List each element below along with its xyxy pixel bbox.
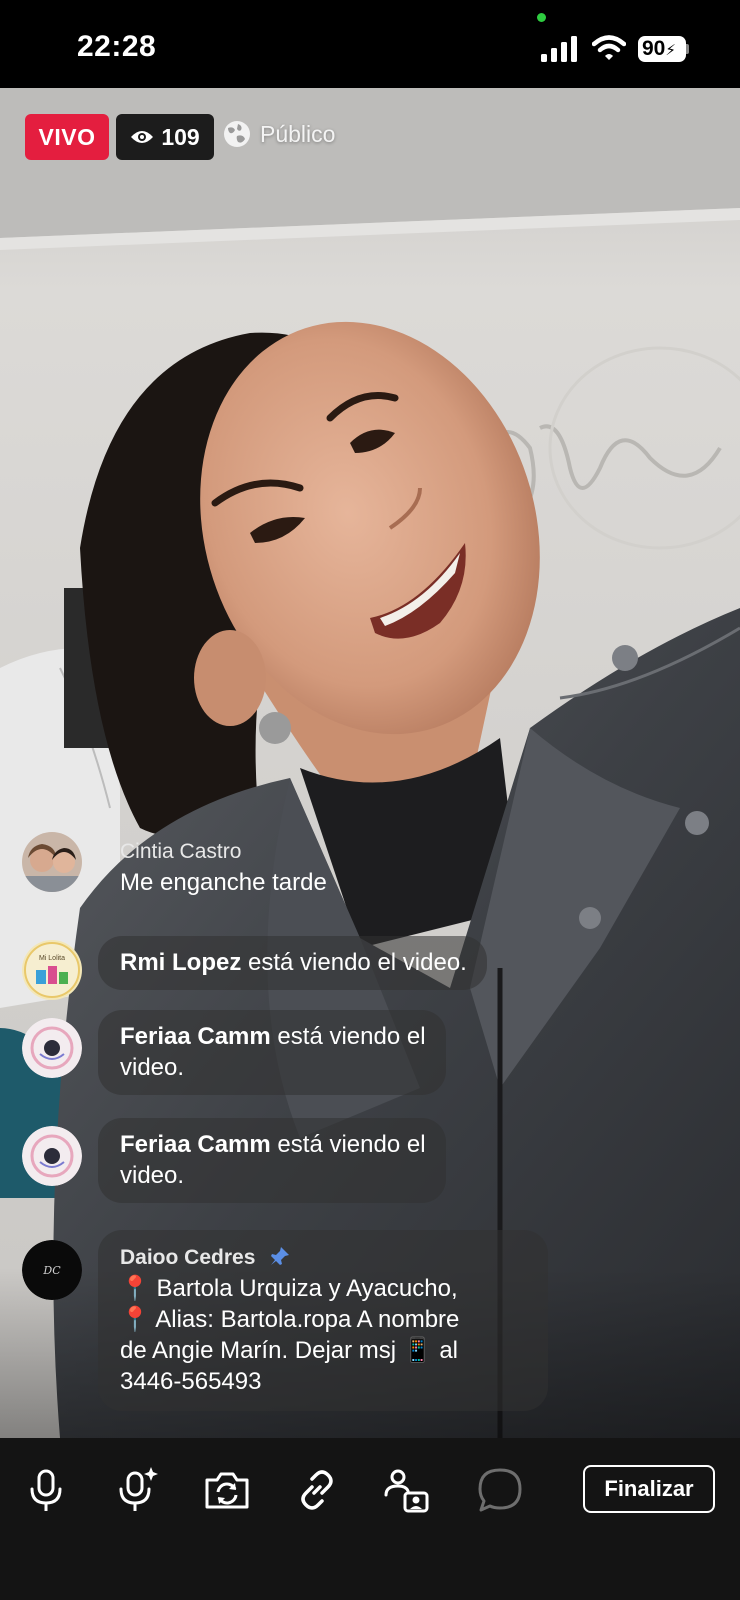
battery-icon: 90⚡ — [638, 36, 686, 62]
comment-text: está viendo el — [277, 1023, 426, 1050]
comment-text: está viendo el — [277, 1131, 426, 1158]
comment-text-line: 📍 Bartola Urquiza y Ayacucho, — [120, 1275, 458, 1302]
camera-indicator-dot — [537, 13, 546, 22]
signal-icon — [541, 36, 577, 62]
live-controls-toolbar: Finalizar — [0, 1438, 740, 1600]
comment-text-line: 📍 Alias: Bartola.ropa A nombre — [120, 1306, 460, 1333]
comment-icon[interactable] — [475, 1465, 525, 1515]
viewer-count: 109 — [161, 123, 200, 150]
pin-icon — [271, 1247, 290, 1265]
microphone-icon[interactable] — [21, 1465, 71, 1515]
comment-text-line: de Angie Marín. Dejar msj 📱 al — [120, 1337, 459, 1364]
avatar: Mi Lolita — [22, 940, 82, 1000]
comment-author: Cintia Castro — [120, 840, 242, 863]
wifi-icon — [592, 35, 626, 60]
link-icon[interactable] — [292, 1465, 342, 1515]
privacy-setting[interactable]: Público — [223, 120, 335, 148]
comment-item[interactable]: Feriaa Camm está viendo el video. — [22, 1118, 542, 1218]
live-badge: VIVO — [25, 114, 109, 160]
comment-author: Daioo Cedres — [120, 1246, 256, 1269]
avatar: DC — [22, 1240, 82, 1300]
comment-author: Feriaa Camm — [120, 1023, 271, 1050]
comment-item[interactable]: Mi Lolita Rmi Lopez está viendo el video… — [22, 936, 542, 1002]
mic-effects-icon[interactable] — [111, 1465, 161, 1515]
guest-icon[interactable] — [383, 1465, 433, 1515]
comment-author: Feriaa Camm — [120, 1131, 271, 1158]
comment-text: está viendo el video. — [248, 949, 467, 976]
viewer-count-badge[interactable]: 109 — [116, 114, 214, 160]
flip-camera-icon[interactable] — [202, 1465, 252, 1515]
end-live-button[interactable]: Finalizar — [583, 1465, 715, 1513]
comment-text-cont: video. — [120, 1162, 185, 1189]
svg-text:DC: DC — [42, 1264, 61, 1277]
comment-text: Me enganche tarde — [120, 869, 327, 896]
comment-item[interactable]: Feriaa Camm está viendo el video. — [22, 1010, 542, 1110]
status-bar: 22:28 90⚡ — [0, 0, 740, 88]
pinned-comment[interactable]: DC Daioo Cedres 📍 Bartola Urquiza y Ayac… — [22, 1230, 548, 1430]
comment-text-cont: video. — [120, 1054, 185, 1081]
svg-text:Mi Lolita: Mi Lolita — [39, 955, 65, 962]
avatar — [22, 832, 82, 892]
battery-level: 90 — [642, 37, 666, 60]
avatar — [22, 1126, 82, 1186]
comment-text-line: 3446-565493 — [120, 1368, 262, 1395]
status-time: 22:28 — [77, 30, 157, 63]
globe-icon — [224, 121, 250, 147]
privacy-label: Público — [260, 120, 336, 147]
battery-tip — [686, 44, 689, 54]
comment-author: Rmi Lopez — [120, 949, 242, 976]
avatar — [22, 1018, 82, 1078]
eye-icon — [131, 131, 154, 143]
comment-item[interactable]: Cintia Castro Me enganche tarde — [22, 832, 542, 902]
